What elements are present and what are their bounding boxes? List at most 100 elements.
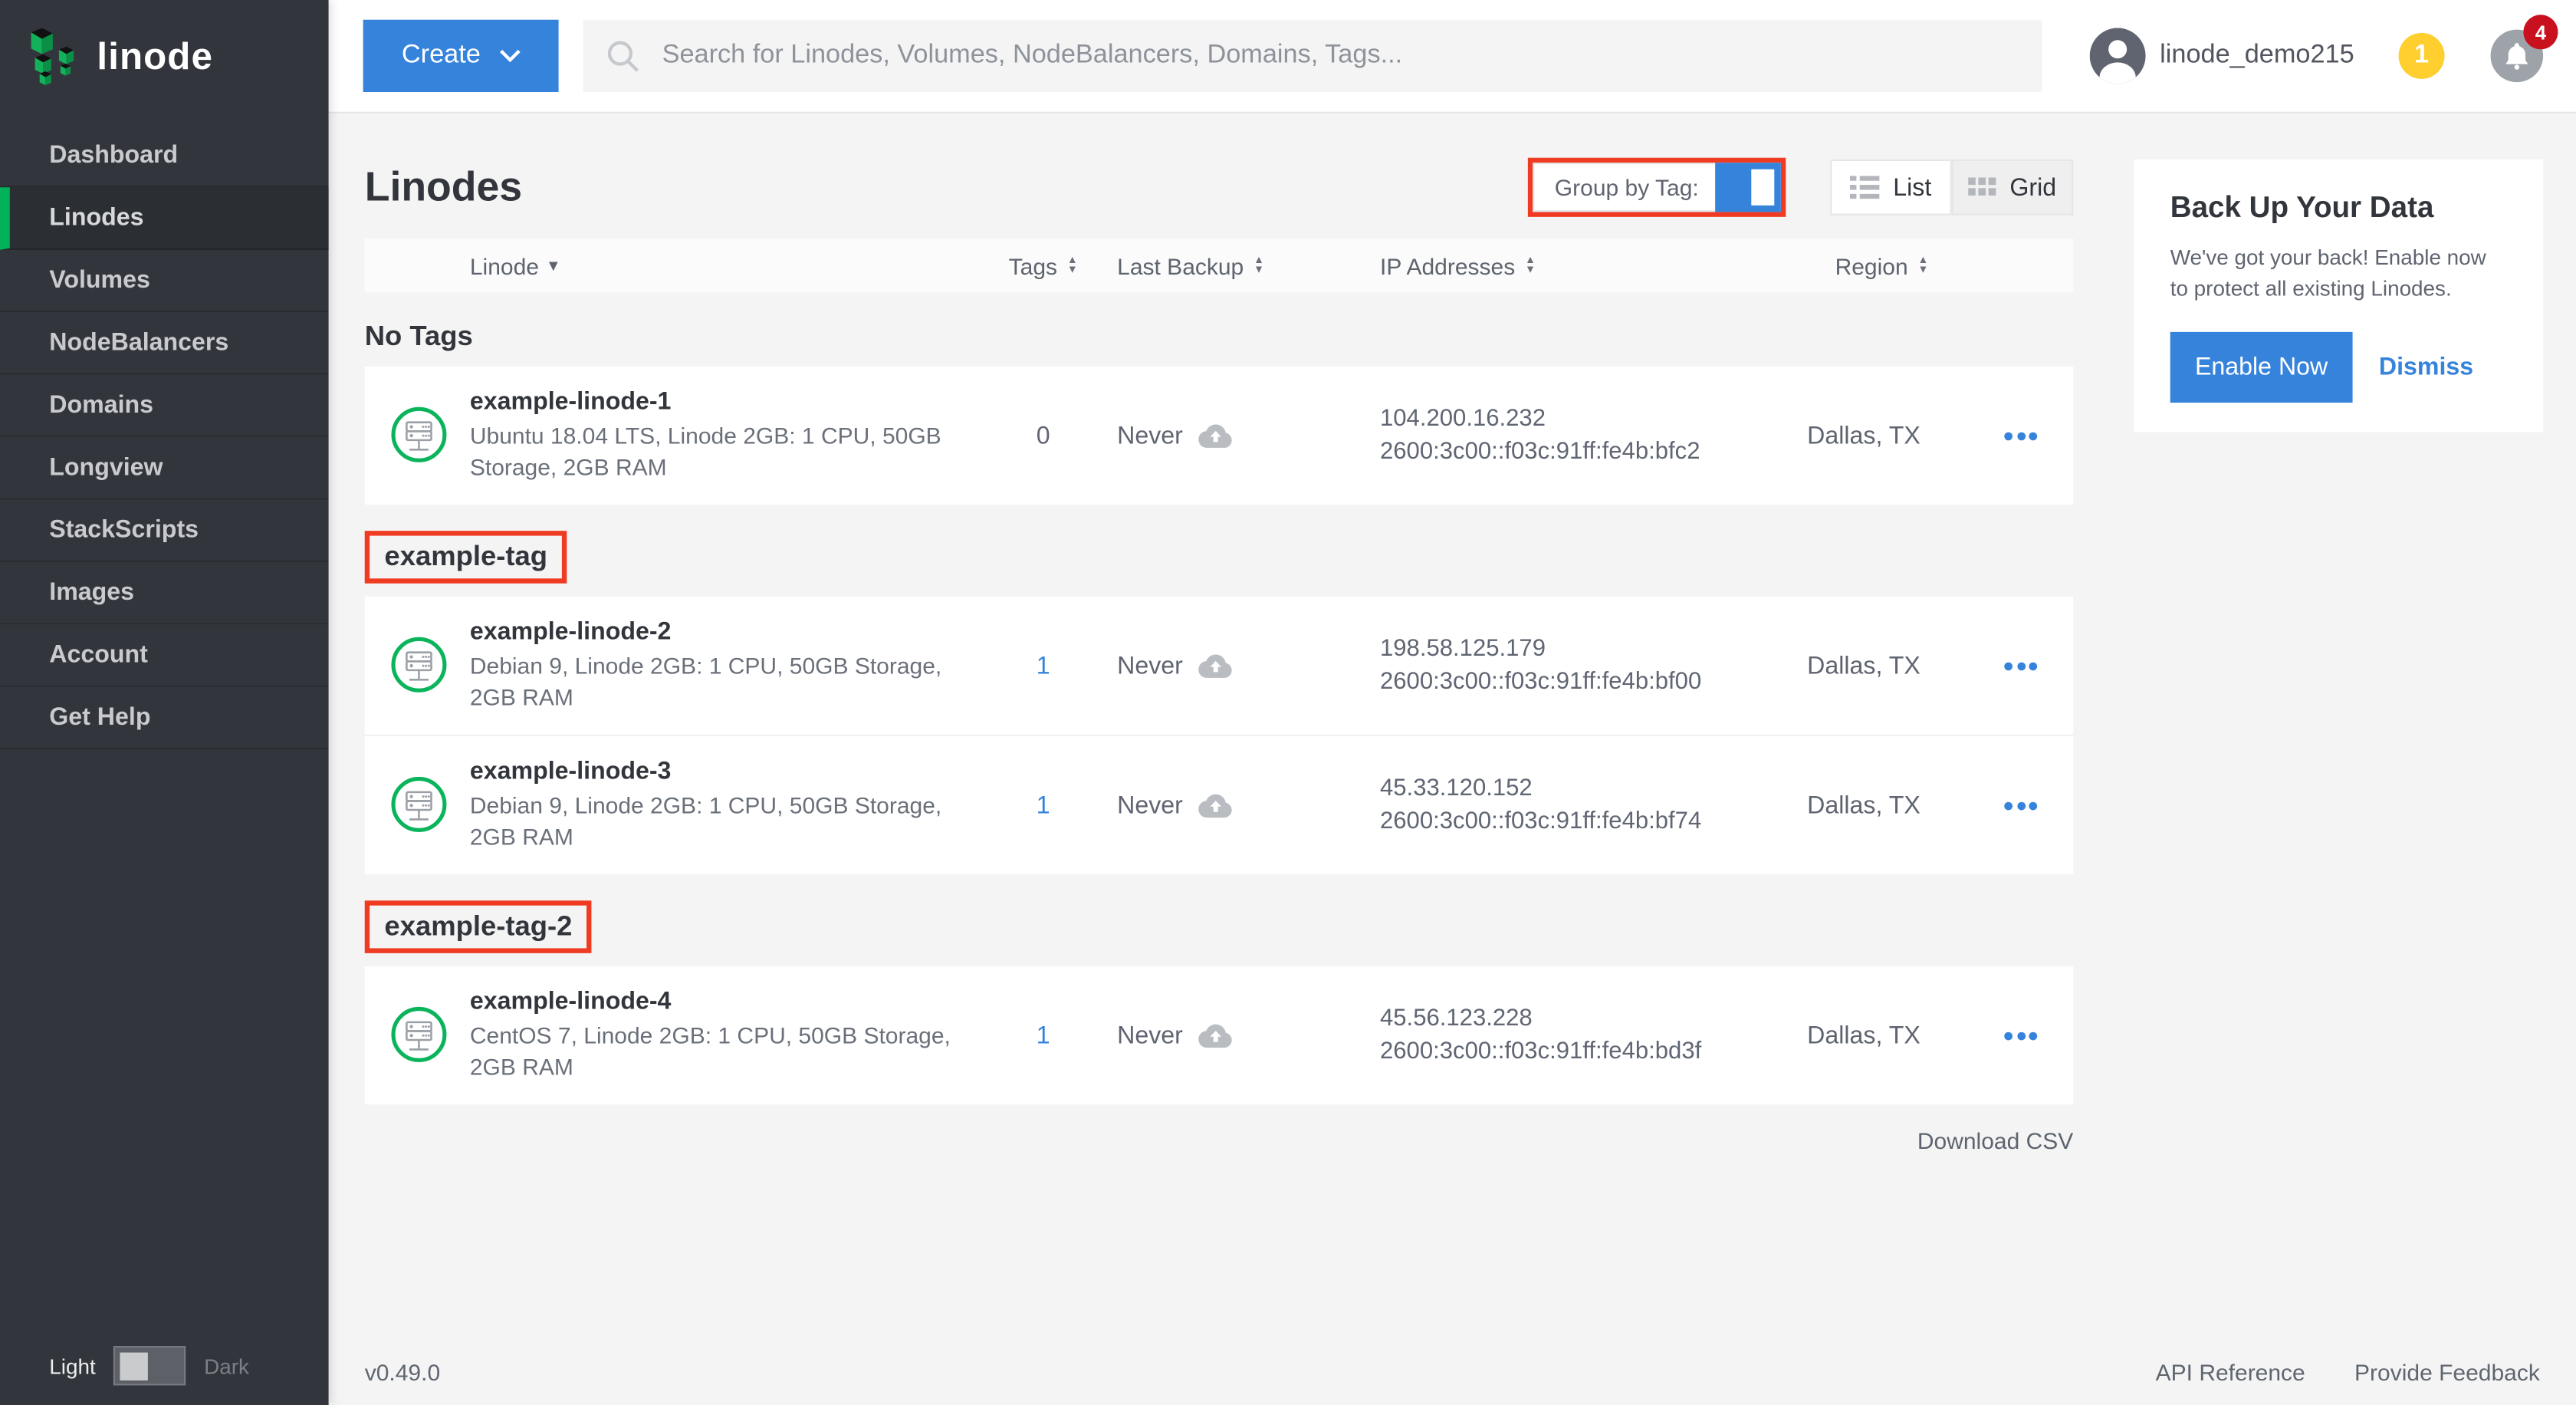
api-reference-link[interactable]: API Reference [2156, 1359, 2305, 1385]
sort-icon: ▲▼ [1067, 255, 1078, 275]
sort-icon: ▲▼ [1254, 255, 1264, 275]
username[interactable]: linode_demo215 [2160, 41, 2354, 71]
ipv6-address: 2600:3c00::f03c:91ff:fe4b:bfc2 [1380, 436, 1807, 469]
linode-specs: Debian 9, Linode 2GB: 1 CPU, 50GB Storag… [470, 651, 969, 713]
ipv6-address: 2600:3c00::f03c:91ff:fe4b:bd3f [1380, 1035, 1807, 1068]
theme-switch[interactable] [113, 1346, 186, 1385]
linode-groups: No Tags example-linode-1Ubuntu 18.04 LTS,… [365, 321, 2074, 1104]
row-actions-menu[interactable] [2004, 801, 2073, 810]
backup-card: Back Up Your Data We've got your back! E… [2134, 160, 2544, 433]
group-by-tag-toggle[interactable] [1715, 163, 1781, 212]
provide-feedback-link[interactable]: Provide Feedback [2354, 1359, 2540, 1385]
theme-switch-knob [120, 1352, 148, 1380]
sidebar-item-volumes[interactable]: Volumes [0, 250, 329, 312]
theme-light-label: Light [49, 1354, 95, 1378]
last-backup-value: Never [1117, 1022, 1183, 1049]
create-button-label: Create [402, 41, 481, 71]
linode-name-cell: example-linode-3Debian 9, Linode 2GB: 1 … [470, 758, 969, 853]
backup-card-title: Back Up Your Data [2170, 191, 2507, 225]
download-csv-link[interactable]: Download CSV [1917, 1127, 2073, 1153]
sidebar-item-get-help[interactable]: Get Help [0, 687, 329, 749]
tags-cell: 1 [969, 652, 1117, 679]
ellipsis-menu-icon [2016, 432, 2025, 440]
column-header-region[interactable]: Region ▲▼ [1807, 252, 2004, 278]
last-backup-cell: Never [1117, 791, 1380, 819]
tags-count-link[interactable]: 1 [1037, 1022, 1050, 1049]
ellipsis-menu-icon [2016, 801, 2025, 810]
linode-logo-icon [30, 25, 83, 87]
linode-cloud-manager: linode Dashboard LinodesVolumesNodeBalanc… [0, 0, 2576, 1405]
content-column: Linodes Group by Tag: [365, 112, 2074, 1157]
tags-count-link[interactable]: 1 [1037, 791, 1050, 819]
sidebar-item-linodes[interactable]: Linodes [0, 187, 329, 249]
sidebar-nav: Dashboard LinodesVolumesNodeBalancersDoma… [0, 125, 329, 749]
tag-group-heading: No Tags [365, 321, 2074, 354]
last-backup-value: Never [1117, 791, 1183, 819]
ipv4-address: 45.33.120.152 [1380, 772, 1807, 805]
linode-name-link[interactable]: example-linode-3 [470, 758, 969, 785]
row-actions-menu[interactable] [2004, 662, 2073, 670]
linode-status-icon [389, 775, 449, 834]
dismiss-link[interactable]: Dismiss [2379, 354, 2473, 381]
sidebar-item-dashboard[interactable]: Dashboard [0, 125, 329, 187]
table-header: Linode ▾ Tags ▲▼ Last Backup ▲▼ IP Addre… [365, 239, 2074, 293]
column-header-ip-addresses[interactable]: IP Addresses ▲▼ [1380, 252, 1807, 278]
column-header-label: IP Addresses [1380, 252, 1515, 278]
enable-now-button[interactable]: Enable Now [2170, 332, 2353, 403]
ellipsis-menu-icon [2004, 1032, 2013, 1040]
row-actions-menu[interactable] [2004, 1032, 2073, 1040]
column-header-linode[interactable]: Linode ▾ [470, 252, 969, 278]
linode-group-card: example-linode-1Ubuntu 18.04 LTS, Linode… [365, 367, 2074, 505]
search-input[interactable] [659, 39, 2019, 72]
sidebar-item-nodebalancers[interactable]: NodeBalancers [0, 312, 329, 374]
region-cell: Dallas, TX [1807, 652, 2004, 679]
sidebar-item-label: Dashboard [49, 141, 178, 169]
sidebar-item-images[interactable]: Images [0, 562, 329, 624]
sidebar-item-stackscripts[interactable]: StackScripts [0, 499, 329, 561]
column-header-label: Last Backup [1117, 252, 1244, 278]
sidebar-item-longview[interactable]: Longview [0, 437, 329, 499]
backup-upload-icon [1198, 423, 1234, 448]
linode-name-cell: example-linode-2 Debian 9, Linode 2GB: 1 … [470, 618, 969, 713]
region-cell: Dallas, TX [1807, 791, 2004, 819]
tag-group-heading-annotated: example-tag-2 [365, 900, 592, 953]
linode-name-link[interactable]: example-linode-4 [470, 988, 969, 1015]
region-cell: Dallas, TX [1807, 1022, 2004, 1049]
ip-addresses-cell: 198.58.125.1792600:3c00::f03c:91ff:fe4b:… [1380, 633, 1807, 699]
linode-name-link[interactable]: example-linode-2 [470, 618, 969, 646]
grid-view-label: Grid [2009, 173, 2056, 201]
sidebar-item-account[interactable]: Account [0, 624, 329, 686]
ellipsis-menu-icon [2004, 662, 2013, 670]
theme-toggle: Light Dark [0, 1346, 378, 1385]
linode-specs: CentOS 7, Linode 2GB: 1 CPU, 50GB Storag… [470, 1021, 969, 1083]
linode-logo[interactable]: linode [0, 0, 329, 112]
list-view-button[interactable]: List [1830, 160, 1952, 216]
sidebar-item-domains[interactable]: Domains [0, 375, 329, 437]
tags-count-link[interactable]: 1 [1037, 652, 1050, 679]
ip-addresses-cell: 45.56.123.2282600:3c00::f03c:91ff:fe4b:b… [1380, 1002, 1807, 1068]
pending-badge[interactable]: 1 [2399, 33, 2445, 79]
notifications-button[interactable]: 4 [2491, 30, 2544, 83]
row-actions-menu[interactable] [2004, 432, 2073, 440]
backup-card-body: We've got your back! Enable now to prote… [2170, 242, 2507, 304]
group-by-tag-knob [1751, 169, 1774, 206]
column-header-last-backup[interactable]: Last Backup ▲▼ [1117, 252, 1380, 278]
tag-group-heading-annotated: example-tag [365, 531, 567, 584]
ipv6-address: 2600:3c00::f03c:91ff:fe4b:bf00 [1380, 666, 1807, 699]
linode-name-cell: example-linode-1Ubuntu 18.04 LTS, Linode… [470, 388, 969, 483]
main-area: Linodes Group by Tag: [329, 112, 2576, 1405]
grid-view-button[interactable]: Grid [1952, 160, 2074, 216]
avatar-icon[interactable] [2089, 28, 2145, 84]
tags-cell: 1 [969, 1022, 1117, 1049]
linode-status-icon [389, 406, 449, 465]
backup-upload-icon [1198, 653, 1234, 678]
linode-status-cell [365, 636, 470, 695]
column-header-tags[interactable]: Tags ▲▼ [969, 252, 1117, 278]
column-header-label: Tags [1009, 252, 1057, 278]
linode-name-link[interactable]: example-linode-1 [470, 388, 969, 416]
ipv4-address: 198.58.125.179 [1380, 633, 1807, 666]
sort-icon: ▲▼ [1525, 255, 1536, 275]
ellipsis-menu-icon [2029, 432, 2037, 440]
ellipsis-menu-icon [2004, 432, 2013, 440]
create-button[interactable]: Create [363, 20, 559, 92]
